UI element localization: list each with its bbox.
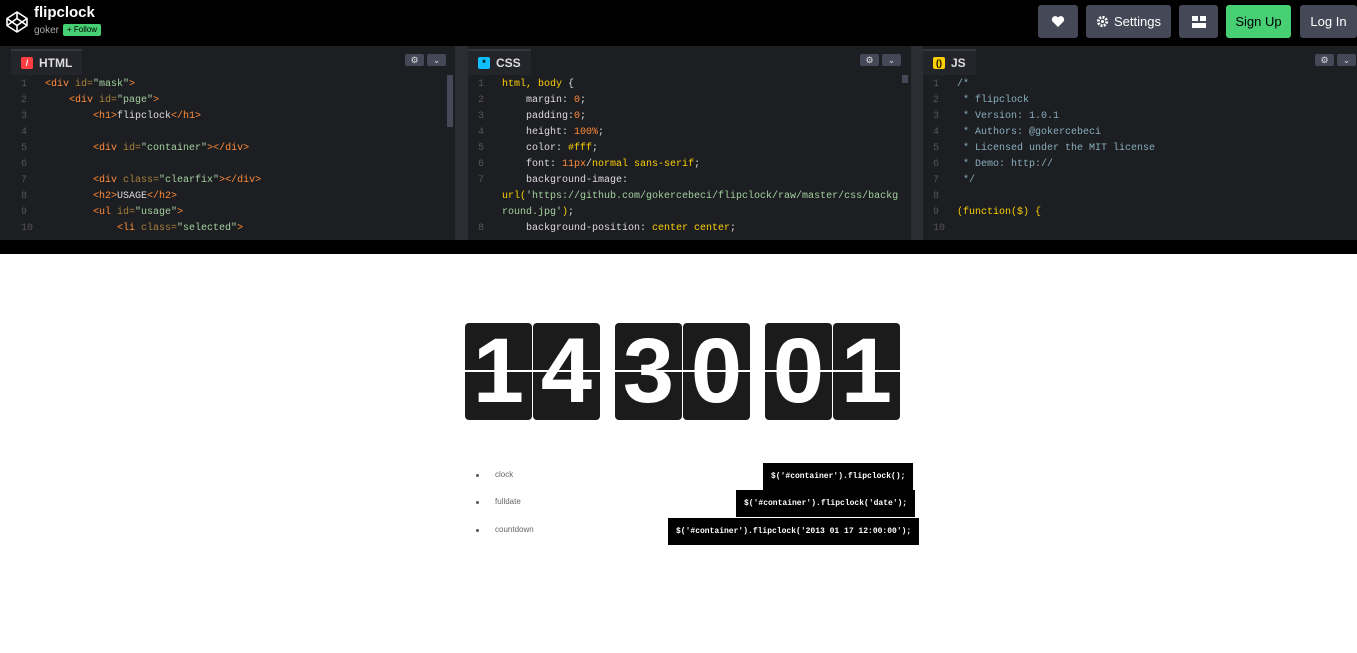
code-line: 3 padding:0;	[478, 111, 587, 122]
code-line: 2 <div id="page">	[21, 95, 160, 106]
code-line: 1/*	[933, 79, 970, 90]
html-scrollbar[interactable]	[447, 75, 453, 127]
code-line: 8 <h2>USAGE</h2>	[21, 191, 178, 202]
grid-layout-icon	[1191, 15, 1206, 28]
js-code-area[interactable]: 1/* 2 * flipclock 3 * Version: 1.0.1 4 *…	[923, 75, 1357, 240]
code-line: url('https://github.com/gokercebeci/flip…	[502, 191, 899, 202]
html-code-area[interactable]: 1 <div id="mask"> 2 <div id="page"> 3 <h1…	[11, 75, 455, 240]
usage-item-countdown[interactable]: countdown	[495, 525, 534, 534]
tab-js[interactable]: () JS	[923, 49, 976, 75]
code-line: 6 font: 11px/normal sans-serif;	[478, 159, 701, 170]
html-settings-gear-icon[interactable]: ⚙	[405, 54, 424, 66]
code-line: 5 <div id="container"></div>	[21, 143, 250, 154]
editor-preview-resizer[interactable]	[0, 240, 1357, 254]
tab-js-label: JS	[951, 56, 966, 70]
code-line: 5 * Licensed under the MIT license	[933, 143, 1156, 154]
code-line: round.jpg');	[502, 207, 575, 218]
resize-handle[interactable]	[911, 46, 923, 240]
js-collapse-chevron-icon[interactable]: ⌄	[1337, 54, 1356, 66]
clock-digit: 4	[533, 323, 600, 420]
list-bullet	[476, 501, 479, 504]
code-line: 10 <li class="selected">	[21, 223, 244, 234]
list-bullet	[476, 529, 479, 532]
settings-button[interactable]: Settings	[1086, 5, 1171, 38]
pen-title: flipclock	[34, 4, 95, 21]
heart-button[interactable]	[1038, 5, 1078, 38]
code-line: 4 * Authors: @gokercebeci	[933, 127, 1102, 138]
heart-icon	[1051, 16, 1065, 27]
code-line: 3 <h1>flipclock</h1>	[21, 111, 202, 122]
code-line: 7 background-image:	[478, 175, 629, 186]
code-line: 10	[933, 223, 946, 234]
code-line: 1 <div id="mask">	[21, 79, 136, 90]
signup-button[interactable]: Sign Up	[1226, 5, 1291, 38]
js-editor-panel: () JS ⚙ ⌄ 1/* 2 * flipclock 3 * Version:…	[923, 46, 1357, 240]
usage-item-clock[interactable]: clock	[495, 470, 513, 479]
code-line: 4	[21, 127, 28, 138]
js-tabbar: () JS ⚙ ⌄	[923, 46, 1357, 75]
code-line: 2 * flipclock	[933, 95, 1030, 106]
follow-button[interactable]: + Follow	[63, 24, 102, 36]
usage-code: $('#container').flipclock('2013 01 17 12…	[668, 518, 920, 545]
clock-digit: 1	[465, 323, 532, 420]
resize-handle[interactable]	[455, 46, 468, 240]
clock-digit: 1	[833, 323, 900, 420]
code-line: 8 background-position: center center;	[478, 223, 737, 234]
clock-digit: 0	[683, 323, 750, 420]
top-header: flipclock goker + Follow Settings Sign U…	[0, 0, 1357, 46]
usage-item-fulldate[interactable]: fulldate	[495, 497, 521, 506]
code-line: 9 (function($) {	[933, 207, 1042, 218]
code-line: 7 <div class="clearfix"></div>	[21, 175, 262, 186]
tab-html-label: HTML	[39, 56, 73, 70]
css-icon: *	[478, 57, 490, 69]
clock-digit: 3	[615, 323, 682, 420]
html-tabbar: / HTML ⚙ ⌄	[11, 46, 455, 75]
author-name[interactable]: goker	[34, 25, 59, 36]
code-line: 3 * Version: 1.0.1	[933, 111, 1060, 122]
usage-code: $('#container').flipclock();	[763, 463, 914, 490]
change-view-button[interactable]	[1179, 5, 1218, 38]
code-line: 9 <ul id="usage">	[21, 207, 184, 218]
tab-css[interactable]: * CSS	[468, 49, 531, 75]
code-line: 8	[933, 191, 940, 202]
css-settings-gear-icon[interactable]: ⚙	[860, 54, 879, 66]
js-settings-gear-icon[interactable]: ⚙	[1315, 54, 1334, 66]
usage-code: $('#container').flipclock('date');	[736, 490, 916, 517]
html-collapse-chevron-icon[interactable]: ⌄	[427, 54, 446, 66]
code-line: 4 height: 100%;	[478, 127, 605, 138]
html-editor-panel: / HTML ⚙ ⌄ 1 <div id="mask"> 2 <div id="p…	[11, 46, 455, 240]
gear-icon	[1096, 15, 1109, 28]
login-button[interactable]: Log In	[1300, 5, 1357, 38]
clock-digit: 0	[765, 323, 832, 420]
css-code-area[interactable]: 1 html, body { 2 margin: 0; 3 padding:0; …	[468, 75, 911, 240]
codepen-logo-icon[interactable]	[5, 10, 29, 34]
code-line: 1 html, body {	[478, 79, 575, 90]
list-bullet	[476, 474, 479, 477]
tab-css-label: CSS	[496, 56, 521, 70]
settings-label: Settings	[1114, 14, 1161, 29]
js-icon: ()	[933, 57, 945, 69]
code-line: 5 color: #fff;	[478, 143, 599, 154]
code-line: 2 margin: 0;	[478, 95, 587, 106]
code-line: 7 */	[933, 175, 976, 186]
html-icon: /	[21, 57, 33, 69]
css-editor-panel: * CSS ⚙ ⌄ 1 html, body { 2 margin: 0; 3 p…	[468, 46, 911, 240]
css-scrollbar[interactable]	[902, 75, 908, 83]
result-preview: 1 4 3 0 0 1 clock $('#container').flipcl…	[0, 254, 1357, 653]
tab-html[interactable]: / HTML	[11, 49, 83, 75]
code-line: 6	[21, 159, 28, 170]
editor-area: / HTML ⚙ ⌄ 1 <div id="mask"> 2 <div id="p…	[0, 46, 1357, 254]
code-line: 6 * Demo: http://	[933, 159, 1054, 170]
css-tabbar: * CSS ⚙ ⌄	[468, 46, 911, 75]
css-collapse-chevron-icon[interactable]: ⌄	[882, 54, 901, 66]
